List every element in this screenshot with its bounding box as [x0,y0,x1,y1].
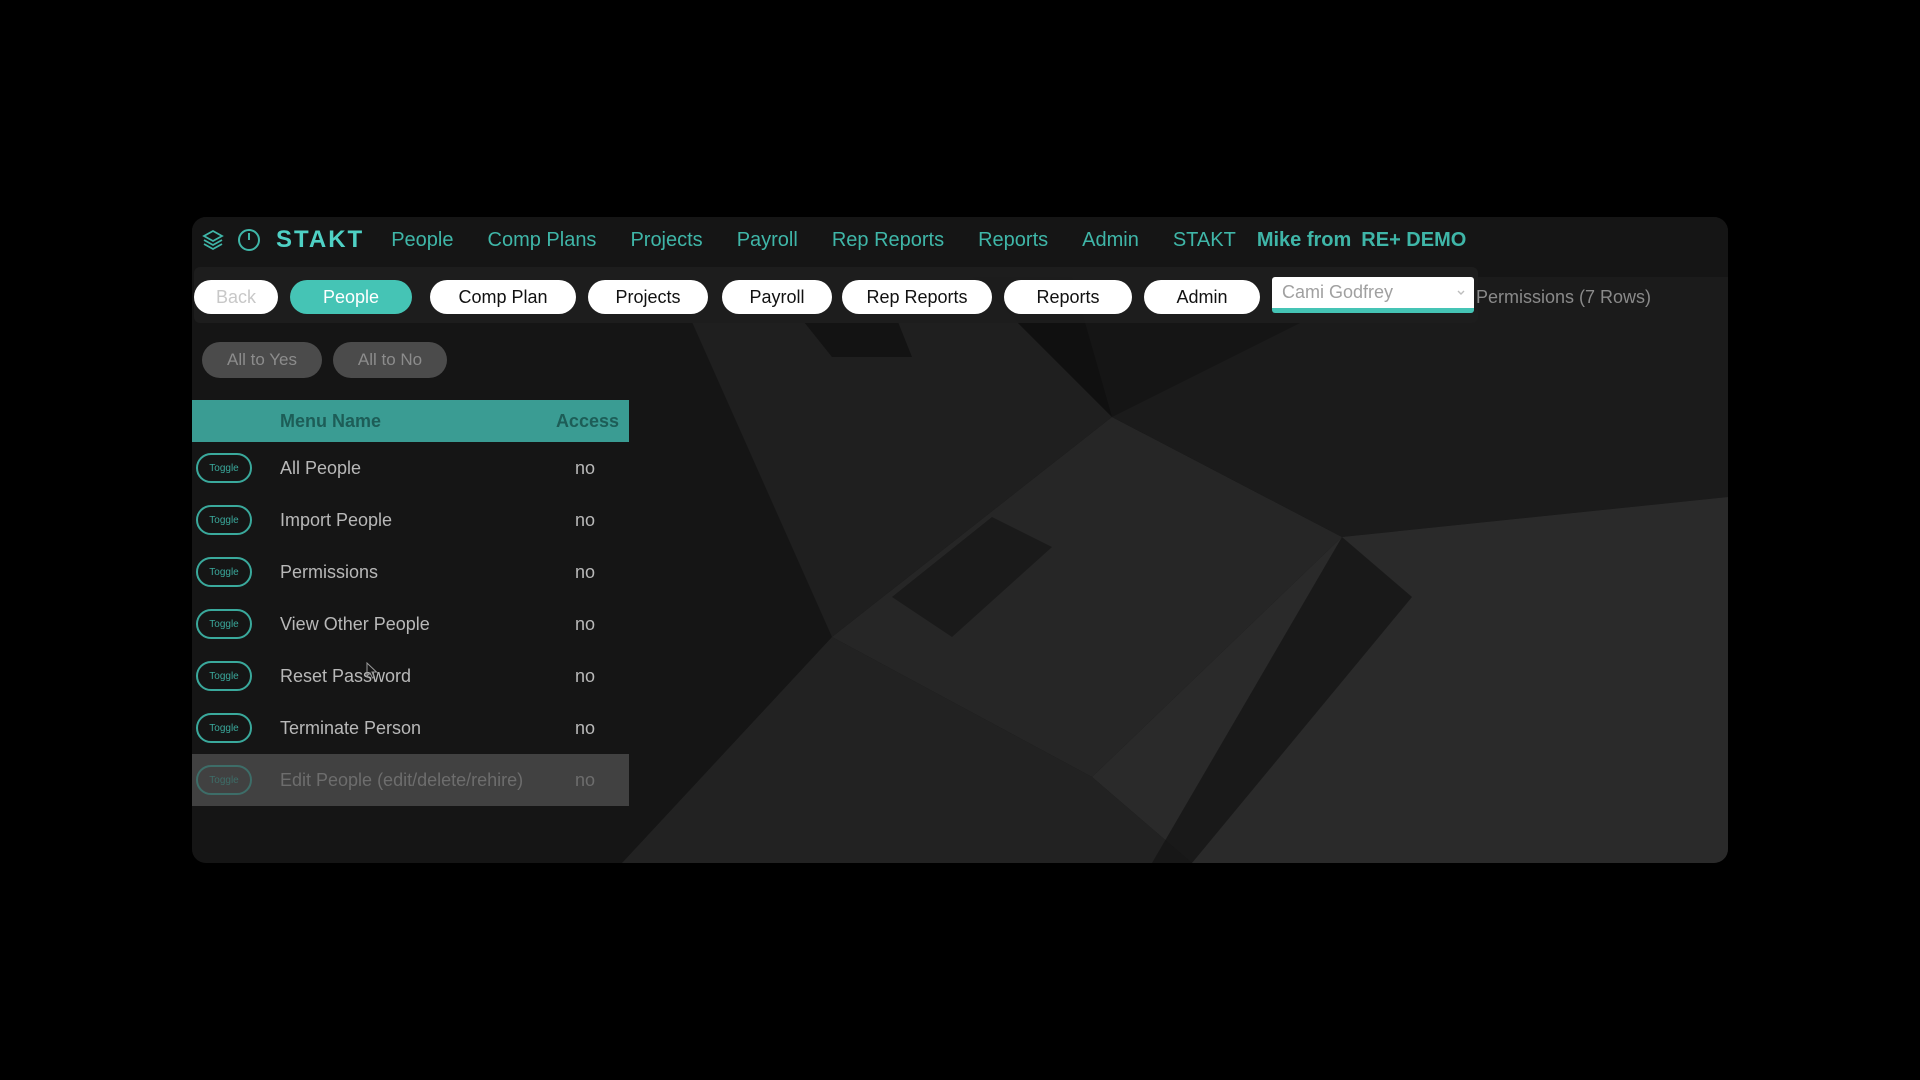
toggle-button[interactable]: Toggle [196,661,252,691]
toggle-button[interactable]: Toggle [196,453,252,483]
current-user[interactable]: Mike from RE+ DEMO [1257,229,1477,252]
nav-admin[interactable]: Admin [1082,229,1139,252]
table-header: Menu Name Access [192,400,629,442]
nav-comp-plans[interactable]: Comp Plans [488,229,597,252]
toggle-button[interactable]: Toggle [196,713,252,743]
header-access[interactable]: Access [556,411,619,432]
tab-people[interactable]: People [290,280,412,314]
nav-reports[interactable]: Reports [978,229,1048,252]
nav-payroll[interactable]: Payroll [737,229,798,252]
tab-admin[interactable]: Admin [1144,280,1260,314]
app-window: STAKT People Comp Plans Projects Payroll… [192,217,1728,863]
row-access: no [575,665,596,686]
row-menu-name: View Other People [280,613,430,634]
row-access: no [575,717,596,738]
toggle-button[interactable]: Toggle [196,765,252,795]
row-access: no [575,561,596,582]
toggle-button[interactable]: Toggle [196,557,252,587]
tab-projects[interactable]: Projects [588,280,708,314]
row-access: no [575,457,596,478]
table-row: Toggle View Other People no [192,598,629,650]
table-row: Toggle Terminate Person no [192,702,629,754]
row-menu-name: All People [280,457,362,478]
user-name: Mike from [1256,228,1352,251]
row-menu-name: Reset Password [280,665,412,686]
row-menu-name: Terminate Person [280,717,422,738]
layers-icon[interactable] [198,225,228,255]
top-navigation: STAKT People Comp Plans Projects Payroll… [192,217,1728,263]
power-icon[interactable] [234,225,264,255]
table-row: Toggle Edit People (edit/delete/rehire) … [192,754,629,806]
row-menu-name: Import People [280,509,393,530]
row-access: no [575,509,596,530]
toggle-button[interactable]: Toggle [196,505,252,535]
nav-projects[interactable]: Projects [630,229,702,252]
tab-payroll[interactable]: Payroll [722,280,832,314]
table-row: Toggle All People no [192,442,629,494]
tab-rep-reports[interactable]: Rep Reports [842,280,992,314]
row-menu-name: Edit People (edit/delete/rehire) [280,769,524,790]
nav-stakt[interactable]: STAKT [1173,229,1236,252]
tab-reports[interactable]: Reports [1004,280,1132,314]
toggle-button[interactable]: Toggle [196,609,252,639]
back-button[interactable]: Back [194,280,278,314]
permissions-table: Menu Name Access Toggle All People no To… [192,400,629,806]
nav-people[interactable]: People [391,229,453,252]
user-select-value: Cami Godfrey [1282,282,1394,302]
row-access: no [575,613,596,634]
mouse-cursor-icon [366,661,378,685]
user-select-dropdown[interactable]: Cami Godfrey [1272,277,1474,313]
section-tab-bar: Back People Comp Plan Projects Payroll R… [194,267,1478,323]
nav-rep-reports[interactable]: Rep Reports [832,229,944,252]
all-to-no-button[interactable]: All to No [333,342,447,378]
row-access: no [575,769,596,790]
header-menu-name[interactable]: Menu Name [280,411,381,432]
row-menu-name: Permissions [280,561,379,582]
tab-comp-plan[interactable]: Comp Plan [430,280,576,314]
brand-logo[interactable]: STAKT [276,226,364,254]
user-org: RE+ DEMO [1361,228,1467,251]
table-row: Toggle Permissions no [192,546,629,598]
permissions-row-count: Permissions (7 Rows) [1476,287,1652,307]
table-row: Toggle Reset Password no [192,650,629,702]
table-row: Toggle Import People no [192,494,629,546]
chevron-down-icon [1456,284,1466,305]
all-to-yes-button[interactable]: All to Yes [202,342,322,378]
